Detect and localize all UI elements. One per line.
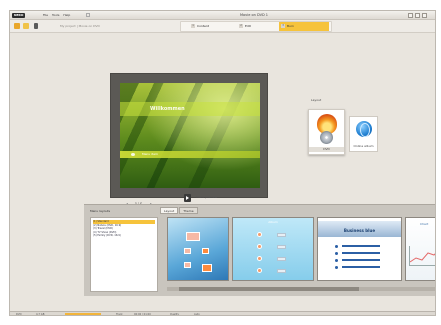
status-quality-label: Quality [170,313,179,316]
toolbar: My project | Movie on DVD 1 Content 2 Edit… [10,20,435,33]
layout-card-dvd[interactable]: DVD [308,109,345,155]
thumbnail-bullet [335,259,338,262]
menu-tools[interactable]: Tools [52,13,59,18]
status-duration: 00:00 / 01:00 [134,313,151,316]
disc-icon [320,131,333,144]
thumbnail-chart [409,246,435,266]
step-edit[interactable]: 2 Edit [239,22,251,31]
close-icon[interactable] [422,13,427,18]
layout-card-online-album[interactable]: Online album [349,116,378,152]
globe-icon [356,121,372,137]
template-thumbnail[interactable]: Album [232,217,314,281]
thumbnail-line [342,259,380,261]
thumbnail-button [277,233,286,237]
step-label: Burn [287,24,295,28]
step-burn[interactable]: 3 Burn [279,22,329,31]
window-title: Movie on DVD 1 [240,13,269,17]
thumbnail-button [277,269,286,273]
template-category-list: (1) Standard (2) Nature (DVD, 16:9) (3) … [90,217,158,292]
status-quality-value[interactable]: Auto [194,313,200,315]
thumbnail-tile [186,232,200,241]
step-number: 1 [191,24,195,28]
menu-title[interactable]: Willkommen [150,102,185,116]
tab-layout[interactable]: Layout [160,207,179,214]
thumbnail-tile [184,262,191,268]
menu-title-band: Willkommen [120,102,260,116]
thumbnail-bullet [257,268,262,273]
step-label: Content [197,24,209,28]
thumbnail-line [342,252,380,254]
menu-preview: Willkommen Menu item [110,73,268,198]
maximize-icon[interactable] [415,13,420,18]
application-window: NERO File Tools Help Movie on DVD 1 My p… [9,10,436,316]
step-label: Edit [245,24,251,28]
status-disc-type[interactable]: DVD [16,313,22,315]
layout-card-label: DVD [309,147,344,152]
menu-background-image: Willkommen Menu item [120,83,260,188]
tab-theme[interactable]: Theme [179,207,198,214]
app-logo: NERO [12,13,26,18]
new-project-icon[interactable] [14,23,20,29]
template-panel: Menu layouts Layout Theme (1) Standard (… [84,204,435,296]
thumbnail-title: Business blue [343,228,376,233]
step-number: 2 [239,24,243,28]
template-tabs: Layout Theme [160,207,198,214]
thumbnail-tile [202,264,212,272]
thumbnail-bullet [257,244,262,249]
template-thumbnail[interactable] [167,217,229,281]
thumbnail-bullet [335,266,338,269]
selection-bullet-icon [131,153,135,156]
status-disc-size: 4.7 GB [36,313,45,316]
menu-bar: File Tools Help [43,13,70,18]
minimize-icon[interactable] [408,13,413,18]
capacity-bar [65,313,101,315]
thumbnail-title: Album [268,220,278,224]
category-item[interactable]: (5) Family (DVD, 16:9) [93,234,155,238]
thumbnail-scrollbar[interactable] [167,287,435,291]
thumbnail-line [342,266,380,268]
project-name: My project | Movie on DVD [60,24,100,28]
play-preview-button[interactable] [184,194,191,202]
step-number: 3 [281,24,285,28]
template-thumbnails: Album Business blue Chart [167,217,435,285]
play-preview-label: Menu preview [196,195,218,199]
template-panel-title: Menu layouts [90,209,111,213]
thumbnail-button [277,245,286,249]
template-thumbnail[interactable]: Chart [405,217,435,281]
status-track: Track [116,313,123,316]
menu-file[interactable]: File [43,13,48,18]
menu-extra-icon[interactable] [86,13,90,17]
title-bar: NERO File Tools Help Movie on DVD 1 [10,11,435,20]
scrollbar-thumb[interactable] [179,287,359,291]
thumbnail-button [277,257,286,261]
menu-selection-band [120,151,260,158]
menu-item-text[interactable]: Menu item [142,151,158,158]
thumbnail-bullet [335,245,338,248]
layout-card-label: Online album [353,144,374,148]
open-folder-icon[interactable] [23,23,29,29]
thumbnail-chart-line [409,252,435,263]
thumbnail-title: Chart [420,222,429,226]
layout-heading: Layout [311,98,322,102]
step-content[interactable]: 1 Content [191,22,209,31]
thumbnail-line [342,245,380,247]
wizard-steps: 1 Content 2 Edit 3 Burn [180,21,332,32]
menu-help[interactable]: Help [63,13,70,18]
thumbnail-bullet [257,256,262,261]
thumbnail-tile [202,248,209,254]
thumbnail-tile [184,248,191,254]
thumbnail-bullet [335,252,338,255]
status-bar: DVD 4.7 GB Track 00:00 / 01:00 Quality A… [10,311,435,316]
save-icon[interactable] [34,23,38,29]
thumbnail-bullet [257,232,262,237]
template-thumbnail[interactable]: Business blue [317,217,402,281]
